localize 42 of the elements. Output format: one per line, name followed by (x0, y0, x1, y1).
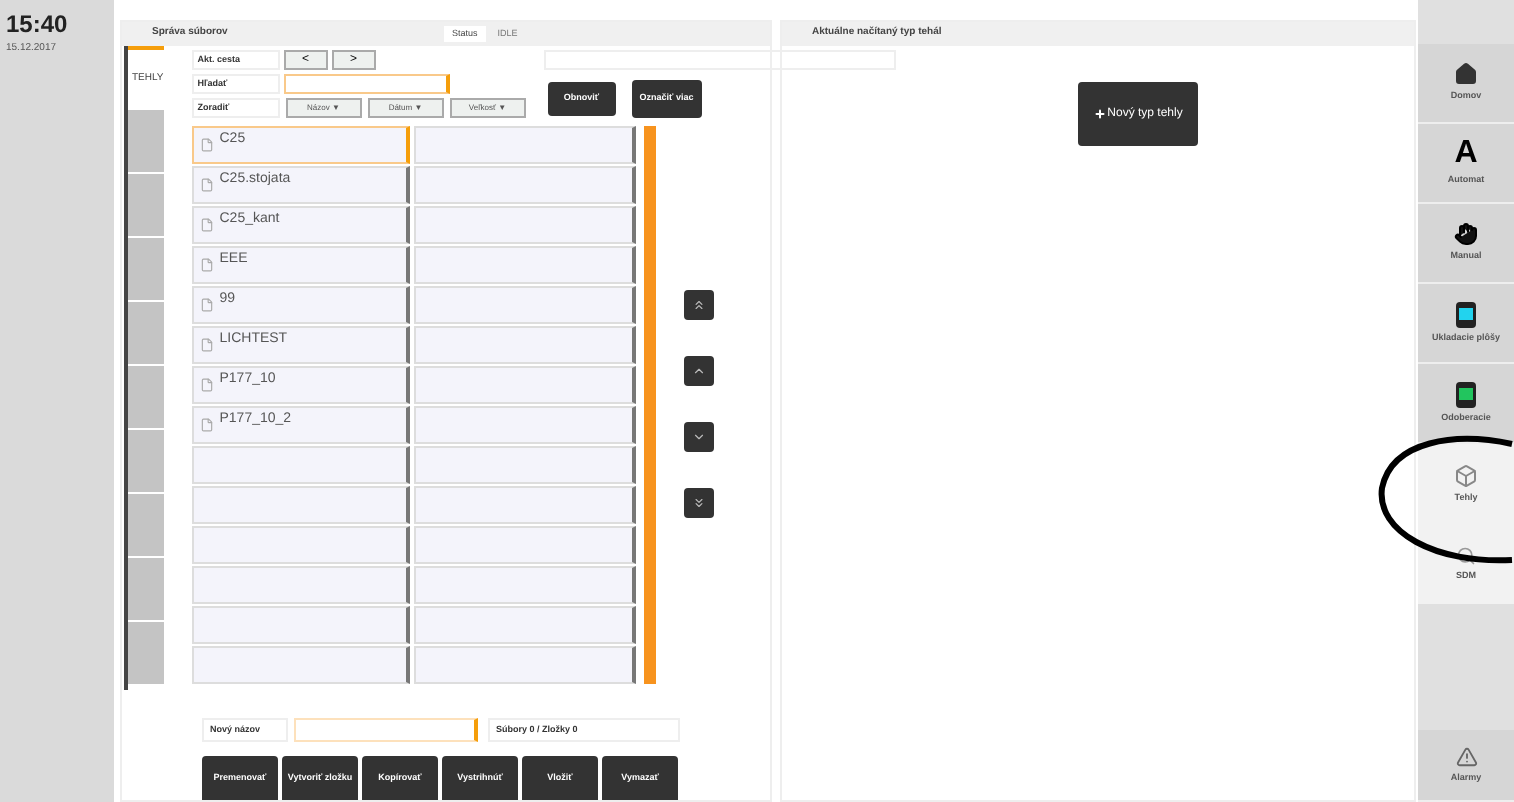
file-icon (199, 418, 214, 432)
scroll-down-button[interactable] (683, 422, 714, 452)
clock-time: 15:40 (6, 12, 70, 36)
file-row[interactable] (191, 526, 410, 564)
folder-tab[interactable] (128, 110, 164, 172)
automat-icon: A (1454, 138, 1478, 171)
brick-icon (1454, 463, 1478, 488)
folder-tab[interactable] (128, 622, 164, 684)
scrollbar[interactable] (643, 126, 656, 684)
file-row[interactable] (191, 566, 410, 604)
folder-tab[interactable] (128, 558, 164, 620)
file-icon (199, 138, 214, 152)
file-icon (199, 378, 214, 392)
search-field[interactable] (283, 74, 450, 94)
hand-icon (1454, 222, 1478, 247)
cylinder-icon (1456, 381, 1476, 408)
file-icon (199, 178, 214, 192)
file-row[interactable] (191, 486, 410, 524)
scroll-up-button[interactable] (683, 356, 714, 386)
file-icon (199, 298, 214, 312)
home-icon (1454, 62, 1478, 87)
new-name-field[interactable] (294, 718, 478, 742)
arrow-icon (691, 496, 706, 510)
plus-icon (1093, 108, 1106, 120)
file-icon (199, 258, 214, 272)
folder-tab[interactable] (128, 174, 164, 236)
cylinder-icon (1456, 301, 1476, 328)
file-icon (199, 218, 214, 232)
folder-tab[interactable] (128, 430, 164, 492)
file-row[interactable] (191, 606, 410, 644)
search-icon (1456, 545, 1476, 566)
folder-tab[interactable] (128, 366, 164, 428)
scroll-bottom-button[interactable] (683, 488, 714, 518)
arrow-icon (691, 298, 706, 312)
file-row[interactable] (191, 446, 410, 484)
file-icon (199, 338, 214, 352)
file-row[interactable] (191, 646, 410, 684)
folder-tab[interactable] (128, 302, 164, 364)
folder-tab[interactable] (128, 494, 164, 556)
folder-tab[interactable] (128, 238, 164, 300)
warning-icon (1455, 745, 1477, 768)
scroll-top-button[interactable] (683, 290, 714, 320)
